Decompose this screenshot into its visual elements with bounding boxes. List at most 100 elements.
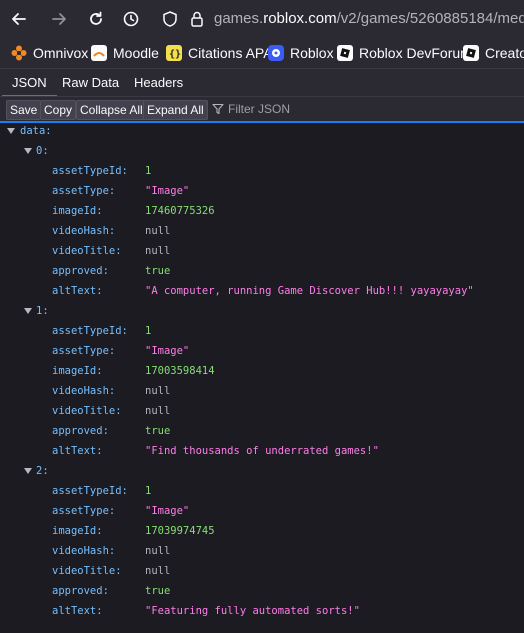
json-value: 1 <box>145 485 152 497</box>
url-prefix: games. <box>214 10 264 27</box>
expand-toggle-icon[interactable] <box>7 128 15 134</box>
json-key: altText: <box>52 285 103 297</box>
bookmark-roblox[interactable]: Roblox <box>268 38 334 68</box>
viewer-tabs: JSON Raw Data Headers <box>0 68 524 97</box>
tree-row-field[interactable]: videoHash: null <box>0 541 524 561</box>
expand-toggle-icon[interactable] <box>24 148 32 154</box>
bookmark-creator[interactable]: Creator <box>463 38 524 68</box>
back-button[interactable] <box>6 6 32 32</box>
json-key: assetTypeId: <box>52 325 128 337</box>
tree-row-field[interactable]: approved: true <box>0 581 524 601</box>
tree-row-data[interactable]: data: <box>0 121 524 141</box>
tree-row-field[interactable]: approved: true <box>0 421 524 441</box>
svg-text:{}: {} <box>169 49 181 60</box>
tree-row-field[interactable]: assetType: "Image" <box>0 341 524 361</box>
roblox-icon <box>337 45 353 61</box>
tree-row-field[interactable]: assetTypeId: 1 <box>0 161 524 181</box>
tree-row-field[interactable]: videoTitle: null <box>0 241 524 261</box>
json-value: null <box>145 545 171 557</box>
bookmark-label: Roblox DevForum <box>359 45 472 61</box>
tree-row-field[interactable]: imageId: 17039974745 <box>0 521 524 541</box>
back-arrow-icon <box>12 13 26 25</box>
tree-row-field[interactable]: imageId: 17460775326 <box>0 201 524 221</box>
tree-row-field[interactable]: assetType: "Image" <box>0 181 524 201</box>
lock-icon[interactable] <box>190 10 204 28</box>
url-path: /v2/games/5260885184/media <box>336 10 524 27</box>
reload-button[interactable] <box>83 6 109 32</box>
bookmark-label: Omnivox <box>33 45 89 61</box>
json-key: videoHash: <box>52 545 116 557</box>
bookmarks-bar: Omnivox Moodle {} Citations APA Roblox R… <box>0 38 524 68</box>
expand-toggle-icon[interactable] <box>24 308 32 314</box>
json-value: "Image" <box>145 505 190 517</box>
tree-row-field[interactable]: imageId: 17003598414 <box>0 361 524 381</box>
tree-row-field[interactable]: altText: "Featuring fully automated sorts… <box>0 601 524 621</box>
bookmark-omnivox[interactable]: Omnivox <box>11 38 88 68</box>
json-value: null <box>145 225 171 237</box>
tree-row-field[interactable]: videoHash: null <box>0 221 524 241</box>
json-key: videoHash: <box>52 225 116 237</box>
json-key: imageId: <box>52 365 103 377</box>
save-button[interactable]: Save <box>6 100 42 120</box>
json-value: "A computer, running Game Discover Hub!!… <box>145 285 474 297</box>
url-bar[interactable]: games.roblox.com/v2/games/5260885184/med… <box>150 4 524 34</box>
json-value: null <box>145 385 171 397</box>
bookmark-label: Citations APA <box>188 45 273 61</box>
filter-json-input[interactable] <box>228 99 428 119</box>
json-key: altText: <box>52 605 103 617</box>
json-key: videoHash: <box>52 385 116 397</box>
url-text[interactable]: games.roblox.com/v2/games/5260885184/med… <box>214 10 524 27</box>
expand-all-button[interactable]: Expand All <box>143 100 208 120</box>
tree-row-item[interactable]: 2: <box>0 461 524 481</box>
json-key: imageId: <box>52 525 103 537</box>
shield-icon[interactable] <box>162 10 178 28</box>
json-key: data: <box>20 125 52 137</box>
tree-row-field[interactable]: videoTitle: null <box>0 561 524 581</box>
json-key: assetType: <box>52 505 116 517</box>
json-value: 1 <box>145 165 152 177</box>
expand-toggle-icon[interactable] <box>24 468 32 474</box>
bookmark-citations-apa[interactable]: {} Citations APA <box>166 38 273 68</box>
tree-row-field[interactable]: altText: "A computer, running Game Discov… <box>0 281 524 301</box>
url-domain: roblox.com <box>263 10 337 27</box>
collapse-all-button[interactable]: Collapse All <box>76 100 147 120</box>
json-value: null <box>145 245 171 257</box>
forward-arrow-icon <box>52 13 66 25</box>
tree-row-item[interactable]: 0: <box>0 141 524 161</box>
tree-row-field[interactable]: altText: "Find thousands of underrated ga… <box>0 441 524 461</box>
bookmark-label: Moodle <box>113 45 159 61</box>
bookmark-roblox-devforum[interactable]: Roblox DevForum <box>337 38 472 68</box>
roblox-icon <box>268 45 284 61</box>
json-tree: data: 0: assetTypeId: 1 assetType: "Image" im… <box>0 123 524 633</box>
tree-row-field[interactable]: assetTypeId: 1 <box>0 321 524 341</box>
bookmark-label: Roblox <box>290 45 334 61</box>
clock-icon <box>123 11 139 27</box>
tree-row-field[interactable]: assetType: "Image" <box>0 501 524 521</box>
json-value: 17003598414 <box>145 365 215 377</box>
json-key: approved: <box>52 585 109 597</box>
tab-json[interactable]: JSON <box>2 69 57 97</box>
tree-row-field[interactable]: assetTypeId: 1 <box>0 481 524 501</box>
json-value: null <box>145 405 171 417</box>
json-index: 0: <box>36 145 49 157</box>
json-value: "Find thousands of underrated games!" <box>145 445 379 457</box>
tab-headers[interactable]: Headers <box>124 69 193 97</box>
history-button[interactable] <box>118 6 144 32</box>
tree-row-item[interactable]: 1: <box>0 301 524 321</box>
json-key: altText: <box>52 445 103 457</box>
json-value: true <box>145 265 171 277</box>
flower-icon <box>11 45 27 61</box>
json-value: 1 <box>145 325 152 337</box>
tree-row-field[interactable]: approved: true <box>0 261 524 281</box>
copy-button[interactable]: Copy <box>40 100 77 120</box>
bookmark-label: Creator <box>485 45 524 61</box>
bookmark-moodle[interactable]: Moodle <box>91 38 159 68</box>
json-key: assetType: <box>52 185 116 197</box>
tree-row-field[interactable]: videoHash: null <box>0 381 524 401</box>
tab-raw-data[interactable]: Raw Data <box>52 69 129 97</box>
json-key: assetTypeId: <box>52 165 128 177</box>
forward-button[interactable] <box>46 6 72 32</box>
json-key: videoTitle: <box>52 245 122 257</box>
viewer-toolbar: Save Copy Collapse All Expand All <box>0 96 524 123</box>
tree-row-field[interactable]: videoTitle: null <box>0 401 524 421</box>
